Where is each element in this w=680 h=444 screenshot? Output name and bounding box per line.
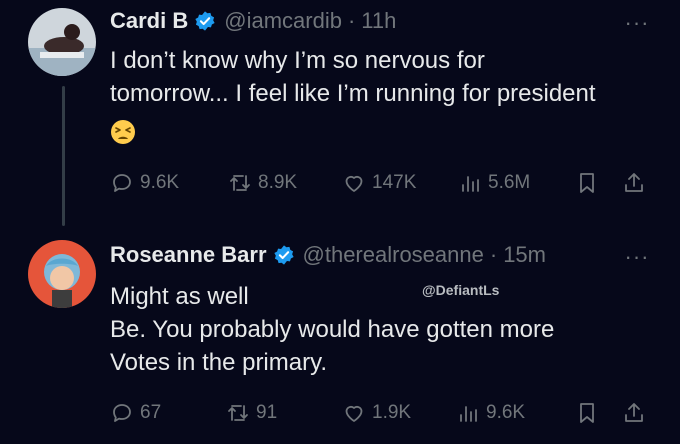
views-button[interactable]: 5.6M [458, 168, 530, 198]
reply-button[interactable]: 9.6K [110, 168, 179, 198]
verified-badge-icon [273, 244, 295, 266]
tweet-header: Roseanne Barr @therealroseanne · 15m [110, 242, 546, 268]
avatar-photo-icon [28, 8, 96, 76]
like-count: 1.9K [372, 402, 412, 423]
tweet-header: Cardi B @iamcardib · 11h [110, 8, 396, 34]
bookmark-icon [580, 403, 594, 423]
views-count: 9.6K [486, 402, 526, 423]
share-button[interactable] [622, 398, 646, 428]
views-count: 5.6M [488, 172, 531, 193]
handle[interactable]: @therealroseanne [303, 242, 484, 268]
thread-connector-line [62, 86, 65, 226]
retweet-count: 91 [256, 402, 278, 423]
bookmark-button[interactable] [575, 168, 599, 198]
like-button[interactable]: 147K [342, 168, 416, 198]
like-button[interactable]: 1.9K [342, 398, 411, 428]
tweet-text: Might as well Be. You probably would hav… [110, 280, 670, 379]
display-name[interactable]: Roseanne Barr [110, 242, 267, 268]
verified-badge-icon [194, 10, 216, 32]
heart-icon [345, 175, 363, 192]
views-chart-icon [460, 406, 477, 422]
views-chart-icon [462, 176, 479, 192]
share-icon [625, 403, 643, 422]
action-bar: 67 91 1.9K 9.6K [0, 398, 680, 428]
reply-count: 9.6K [140, 172, 180, 193]
tweet-text-line: Be. You probably would have gotten more [110, 316, 555, 343]
tired-face-emoji-icon [110, 119, 136, 145]
bookmark-icon [580, 173, 594, 193]
tweet-text-line: tomorrow... I feel like I’m running for … [110, 80, 596, 107]
tweet-text-line: Might as well [110, 283, 249, 310]
timestamp[interactable]: 11h [361, 8, 396, 34]
bookmark-button[interactable] [575, 398, 599, 428]
tweet-text-line: Votes in the primary. [110, 349, 327, 376]
reply-button[interactable]: 67 [110, 398, 161, 428]
avatar-photo-icon [28, 240, 96, 308]
tweet-text-line: I don’t know why I’m so nervous for [110, 47, 485, 74]
reply-icon [113, 174, 131, 192]
avatar[interactable] [28, 240, 96, 308]
watermark-label: @DefiantLs [422, 282, 500, 298]
timestamp[interactable]: 15m [503, 242, 546, 268]
views-button[interactable]: 9.6K [456, 398, 525, 428]
more-options-icon[interactable]: ··· [622, 246, 652, 272]
like-count: 147K [372, 172, 417, 193]
retweet-button[interactable]: 8.9K [228, 168, 297, 198]
more-options-icon[interactable]: ··· [622, 12, 652, 38]
reply-count: 67 [140, 402, 162, 423]
separator-dot: · [489, 242, 498, 267]
heart-icon [345, 405, 363, 422]
retweet-icon [228, 405, 248, 421]
display-name[interactable]: Cardi B [110, 8, 188, 34]
tweet-text: I don’t know why I’m so nervous for tomo… [110, 44, 670, 147]
share-icon [625, 173, 643, 192]
retweet-button[interactable]: 91 [226, 398, 277, 428]
share-button[interactable] [622, 168, 646, 198]
handle[interactable]: @iamcardib [224, 8, 342, 34]
retweet-icon [230, 175, 250, 191]
action-bar: 9.6K 8.9K 147K 5.6M [0, 168, 680, 198]
tweet-roseanne-barr[interactable]: Roseanne Barr @therealroseanne · 15m ···… [0, 228, 680, 444]
avatar[interactable] [28, 8, 96, 76]
separator-dot: · [347, 8, 356, 33]
reply-icon [113, 404, 131, 422]
retweet-count: 8.9K [258, 172, 298, 193]
tweet-cardi-b[interactable]: Cardi B @iamcardib · 11h ··· I don’t kno… [0, 0, 680, 226]
